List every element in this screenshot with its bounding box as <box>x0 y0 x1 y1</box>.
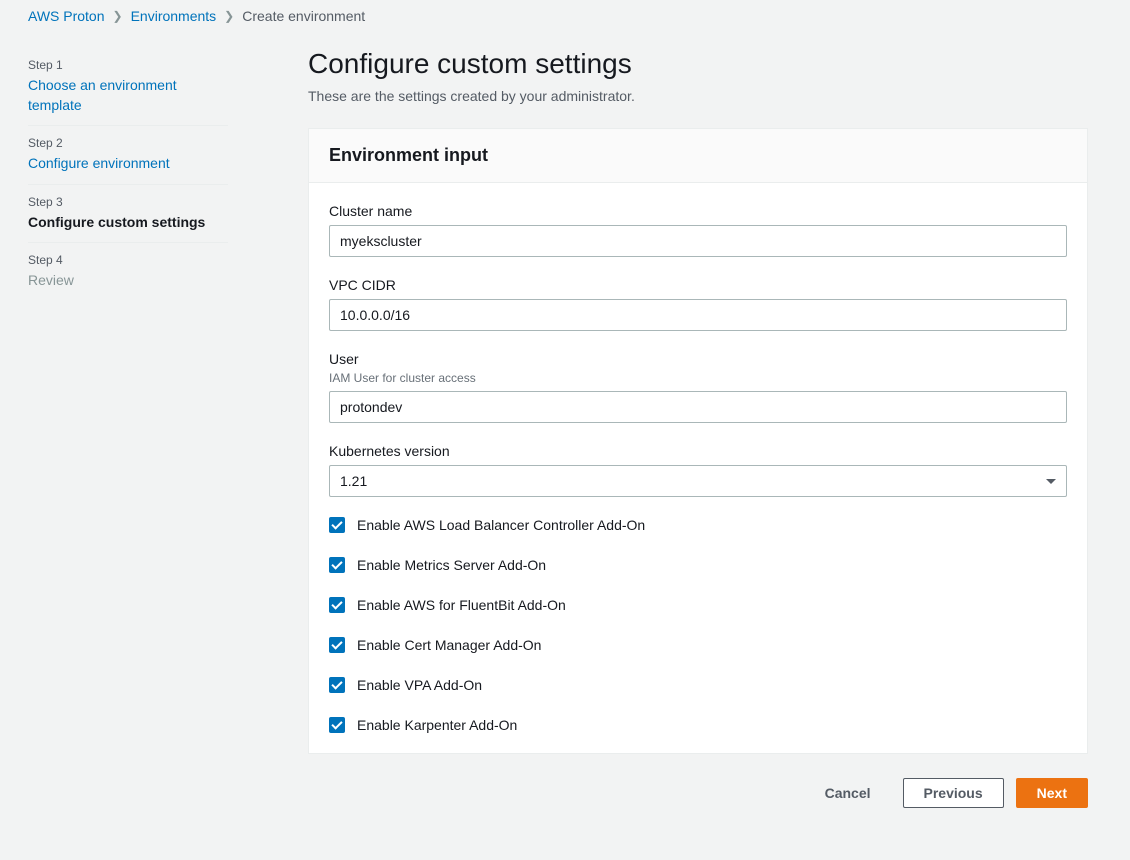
breadcrumb: AWS Proton ❯ Environments ❯ Create envir… <box>0 0 1130 32</box>
addon-checkbox-vpa[interactable] <box>329 677 345 693</box>
step-4: Step 4 Review <box>28 243 228 301</box>
addon-checkbox-metrics-server[interactable] <box>329 557 345 573</box>
addon-checkbox-karpenter[interactable] <box>329 717 345 733</box>
step-3: Step 3 Configure custom settings <box>28 185 228 244</box>
breadcrumb-current: Create environment <box>242 8 365 24</box>
next-button[interactable]: Next <box>1016 778 1088 808</box>
addon-label: Enable AWS for FluentBit Add-On <box>357 597 566 613</box>
step-number: Step 4 <box>28 253 228 267</box>
step-2[interactable]: Step 2 Configure environment <box>28 126 228 185</box>
k8s-version-select[interactable]: 1.21 <box>329 465 1067 497</box>
chevron-right-icon: ❯ <box>224 9 234 23</box>
addon-label: Enable Cert Manager Add-On <box>357 637 541 653</box>
addon-label: Enable Karpenter Add-On <box>357 717 517 733</box>
cluster-name-input[interactable] <box>329 225 1067 257</box>
step-number: Step 3 <box>28 195 228 209</box>
wizard-steps-sidebar: Step 1 Choose an environment template St… <box>28 48 228 828</box>
addon-label: Enable AWS Load Balancer Controller Add-… <box>357 517 645 533</box>
step-title: Configure environment <box>28 154 228 174</box>
user-hint: IAM User for cluster access <box>329 371 1067 385</box>
page-title: Configure custom settings <box>308 48 1088 80</box>
step-title: Review <box>28 271 228 291</box>
breadcrumb-link-environments[interactable]: Environments <box>131 8 217 24</box>
panel-title: Environment input <box>329 145 1067 166</box>
step-number: Step 2 <box>28 136 228 150</box>
step-number: Step 1 <box>28 58 228 72</box>
chevron-right-icon: ❯ <box>113 9 123 23</box>
user-label: User <box>329 351 1067 367</box>
k8s-version-label: Kubernetes version <box>329 443 1067 459</box>
caret-down-icon <box>1046 479 1056 484</box>
cancel-button[interactable]: Cancel <box>805 778 891 808</box>
breadcrumb-link-aws-proton[interactable]: AWS Proton <box>28 8 105 24</box>
wizard-footer: Cancel Previous Next <box>308 774 1088 828</box>
environment-input-panel: Environment input Cluster name VPC CIDR … <box>308 128 1088 754</box>
addon-checkbox-cert-manager[interactable] <box>329 637 345 653</box>
vpc-cidr-label: VPC CIDR <box>329 277 1067 293</box>
k8s-version-value: 1.21 <box>340 473 367 489</box>
addon-label: Enable VPA Add-On <box>357 677 482 693</box>
user-input[interactable] <box>329 391 1067 423</box>
step-title: Configure custom settings <box>28 213 228 233</box>
addon-checkbox-fluentbit[interactable] <box>329 597 345 613</box>
page-subtitle: These are the settings created by your a… <box>308 88 1088 104</box>
cluster-name-label: Cluster name <box>329 203 1067 219</box>
step-title: Choose an environment template <box>28 76 228 115</box>
previous-button[interactable]: Previous <box>903 778 1004 808</box>
addon-checkbox-lb-controller[interactable] <box>329 517 345 533</box>
addon-label: Enable Metrics Server Add-On <box>357 557 546 573</box>
step-1[interactable]: Step 1 Choose an environment template <box>28 48 228 126</box>
vpc-cidr-input[interactable] <box>329 299 1067 331</box>
